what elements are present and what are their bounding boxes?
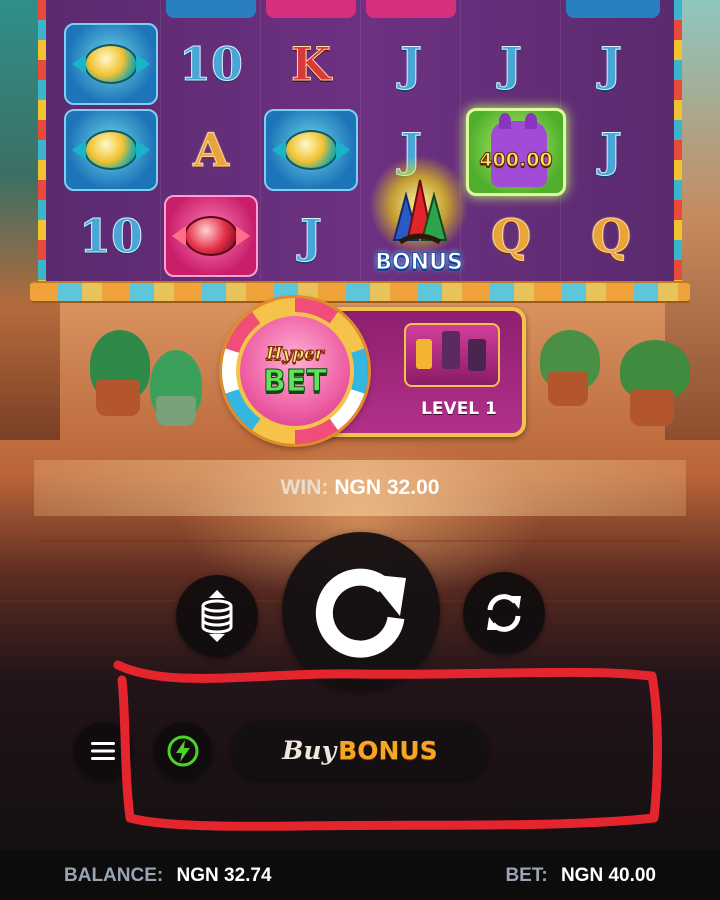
bet-display[interactable]: BET: NGN 40.00: [505, 865, 656, 887]
balance-display: BALANCE: NGN 32.74: [64, 865, 272, 887]
status-bar: BALANCE: NGN 32.74 BET: NGN 40.00: [0, 850, 720, 900]
bet-label: BET:: [505, 865, 548, 886]
bet-value: NGN 40.00: [560, 865, 656, 886]
red-annotation-outline: [113, 660, 662, 831]
balance-value: NGN 32.74: [176, 865, 272, 886]
balance-label: BALANCE:: [64, 865, 164, 886]
